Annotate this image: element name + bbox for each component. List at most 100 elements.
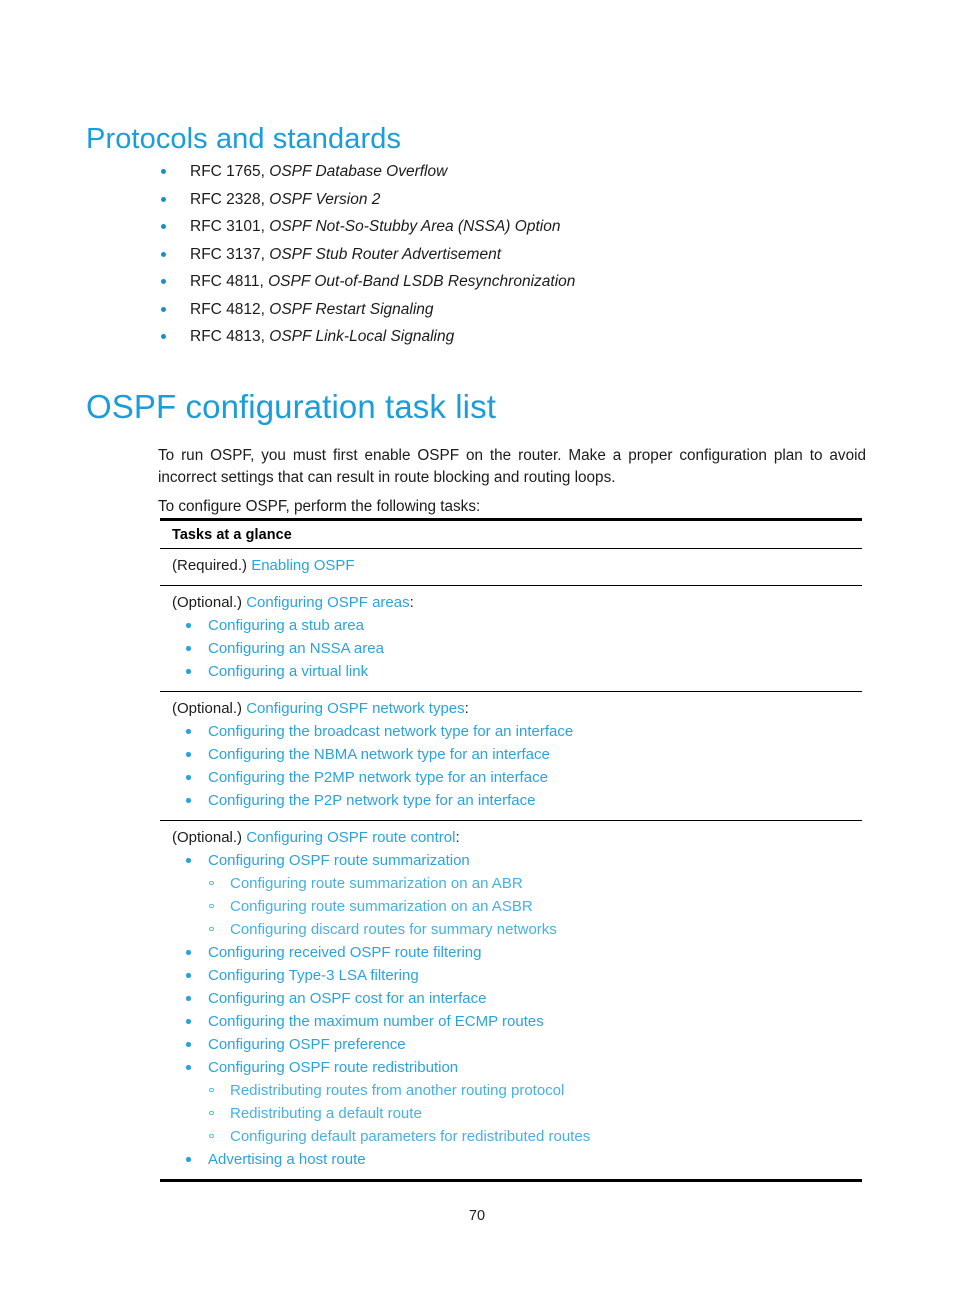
- task-requirement-label: (Optional.): [172, 829, 247, 846]
- task-link[interactable]: Configuring OSPF route summarization: [208, 852, 470, 869]
- task-sublist: Configuring OSPF route summarization Conf…: [172, 849, 862, 1171]
- bullet-icon: [186, 752, 191, 757]
- bullet-icon: [186, 623, 191, 628]
- task-sublist-level2: Redistributing routes from another routi…: [208, 1079, 862, 1148]
- task-row-lead: (Optional.) Configuring OSPF network typ…: [172, 697, 862, 720]
- rfc-title: OSPF Database Overflow: [269, 163, 448, 180]
- task-link[interactable]: Redistributing routes from another routi…: [230, 1082, 564, 1099]
- rfc-number: RFC 2328,: [190, 190, 270, 208]
- task-link[interactable]: Configuring an OSPF cost for an interfac…: [208, 990, 486, 1007]
- lead-in-paragraph: To configure OSPF, perform the following…: [158, 498, 481, 516]
- table-column-header: Tasks at a glance: [160, 521, 862, 549]
- table-row: (Optional.) Configuring OSPF areas: Confi…: [160, 586, 862, 692]
- list-item: Configuring a stub area: [172, 614, 862, 637]
- tasks-at-a-glance-table: Tasks at a glance (Required.) Enabling O…: [160, 518, 862, 1182]
- rfc-list-item: RFC 2328, OSPF Version 2: [158, 186, 868, 214]
- rfc-number: RFC 4812,: [190, 300, 270, 318]
- rfc-title: OSPF Restart Signaling: [269, 300, 434, 318]
- bullet-icon: [186, 1157, 191, 1162]
- list-item: Configuring OSPF route summarization Conf…: [172, 849, 862, 941]
- rfc-number: RFC 1765,: [190, 163, 270, 180]
- task-link[interactable]: Enabling OSPF: [251, 557, 354, 574]
- list-item: Redistributing routes from another routi…: [208, 1079, 862, 1102]
- circle-bullet-icon: [209, 926, 214, 931]
- task-link[interactable]: Configuring the broadcast network type f…: [208, 723, 573, 740]
- rfc-list-item: RFC 4813, OSPF Link-Local Signaling: [158, 323, 868, 351]
- table-row: (Optional.) Configuring OSPF route contr…: [160, 821, 862, 1179]
- task-requirement-label: (Optional.): [172, 700, 247, 717]
- task-link[interactable]: Configuring a virtual link: [208, 663, 368, 680]
- rfc-title: OSPF Out-of-Band LSDB Resynchronization: [268, 273, 576, 290]
- bullet-icon: [186, 996, 191, 1001]
- task-row-lead: (Required.) Enabling OSPF: [172, 554, 862, 577]
- task-link[interactable]: Configuring the P2MP network type for an…: [208, 769, 548, 786]
- rfc-number: RFC 4811,: [190, 273, 269, 290]
- rfc-title: OSPF Stub Router Advertisement: [269, 245, 502, 263]
- task-link[interactable]: Configuring route summarization on an AS…: [230, 898, 533, 915]
- list-item: Configuring the NBMA network type for an…: [172, 743, 862, 766]
- task-link[interactable]: Configuring route summarization on an AB…: [230, 875, 523, 892]
- bullet-icon: [161, 334, 166, 339]
- bullet-icon: [186, 1019, 191, 1024]
- rfc-list-item: RFC 1765, OSPF Database Overflow: [158, 158, 868, 186]
- task-link[interactable]: Configuring an NSSA area: [208, 640, 384, 657]
- list-item: Configuring the maximum number of ECMP r…: [172, 1010, 862, 1033]
- list-item: Configuring route summarization on an AS…: [208, 895, 862, 918]
- bullet-icon: [186, 646, 191, 651]
- task-link[interactable]: Configuring the P2P network type for an …: [208, 792, 535, 809]
- page-number-footer: 70: [468, 1208, 486, 1224]
- bullet-icon: [161, 279, 166, 284]
- task-row-lead: (Optional.) Configuring OSPF areas:: [172, 591, 862, 614]
- task-link-suffix: :: [409, 594, 414, 611]
- task-link[interactable]: Configuring the maximum number of ECMP r…: [208, 1013, 544, 1030]
- list-item: Configuring OSPF route redistribution Red…: [172, 1056, 862, 1148]
- list-item: Configuring a virtual link: [172, 660, 862, 683]
- task-link[interactable]: Configuring OSPF preference: [208, 1036, 406, 1053]
- list-item: Configuring default parameters for redis…: [208, 1125, 862, 1148]
- intro-paragraph: To run OSPF, you must first enable OSPF …: [158, 447, 866, 487]
- rfc-reference-list: RFC 1765, OSPF Database Overflow RFC 2328…: [158, 158, 868, 351]
- circle-bullet-icon: [209, 1087, 214, 1092]
- task-link-suffix: :: [464, 700, 469, 717]
- list-item: Configuring OSPF preference: [172, 1033, 862, 1056]
- task-link[interactable]: Configuring OSPF network types: [246, 700, 464, 717]
- list-item: Configuring discard routes for summary n…: [208, 918, 862, 941]
- task-link[interactable]: Advertising a host route: [208, 1151, 366, 1168]
- document-page: Protocols and standards RFC 1765, OSPF D…: [0, 0, 954, 1296]
- task-requirement-label: (Required.): [172, 557, 252, 574]
- task-link[interactable]: Configuring OSPF areas: [246, 594, 409, 611]
- rfc-title: OSPF Not-So-Stubby Area (NSSA) Option: [269, 218, 561, 235]
- task-link[interactable]: Redistributing a default route: [230, 1105, 422, 1122]
- circle-bullet-icon: [209, 1133, 214, 1138]
- section-heading-protocols-and-standards: Protocols and standards: [86, 123, 402, 156]
- list-item: Configuring the P2P network type for an …: [172, 789, 862, 812]
- bullet-icon: [186, 858, 191, 863]
- task-sublist: Configuring the broadcast network type f…: [172, 720, 862, 812]
- list-item: Configuring the broadcast network type f…: [172, 720, 862, 743]
- task-link[interactable]: Configuring a stub area: [208, 617, 364, 634]
- table-row: (Optional.) Configuring OSPF network typ…: [160, 692, 862, 821]
- rfc-list-item: RFC 4812, OSPF Restart Signaling: [158, 296, 868, 324]
- list-item: Configuring route summarization on an AB…: [208, 872, 862, 895]
- rfc-list-item: RFC 3101, OSPF Not-So-Stubby Area (NSSA)…: [158, 213, 868, 241]
- task-link[interactable]: Configuring OSPF route redistribution: [208, 1059, 458, 1076]
- list-item: Redistributing a default route: [208, 1102, 862, 1125]
- task-requirement-label: (Optional.): [172, 594, 247, 611]
- table-body: (Required.) Enabling OSPF (Optional.) Con…: [160, 549, 862, 1179]
- rfc-list-item: RFC 3137, OSPF Stub Router Advertisement: [158, 241, 868, 269]
- task-link[interactable]: Configuring discard routes for summary n…: [230, 921, 557, 938]
- bullet-icon: [186, 1042, 191, 1047]
- bullet-icon: [186, 775, 191, 780]
- bullet-icon: [186, 669, 191, 674]
- task-link[interactable]: Configuring Type-3 LSA filtering: [208, 967, 419, 984]
- bullet-icon: [186, 729, 191, 734]
- task-link[interactable]: Configuring the NBMA network type for an…: [208, 746, 550, 763]
- task-link[interactable]: Configuring default parameters for redis…: [230, 1128, 590, 1145]
- bullet-icon: [161, 306, 166, 312]
- rfc-number: RFC 3101,: [190, 218, 270, 235]
- list-item: Configuring Type-3 LSA filtering: [172, 964, 862, 987]
- task-link[interactable]: Configuring OSPF route control: [246, 829, 455, 846]
- list-item: Configuring the P2MP network type for an…: [172, 766, 862, 789]
- task-link[interactable]: Configuring received OSPF route filterin…: [208, 944, 481, 961]
- rfc-list-item: RFC 4811, OSPF Out-of-Band LSDB Resynchr…: [158, 268, 868, 296]
